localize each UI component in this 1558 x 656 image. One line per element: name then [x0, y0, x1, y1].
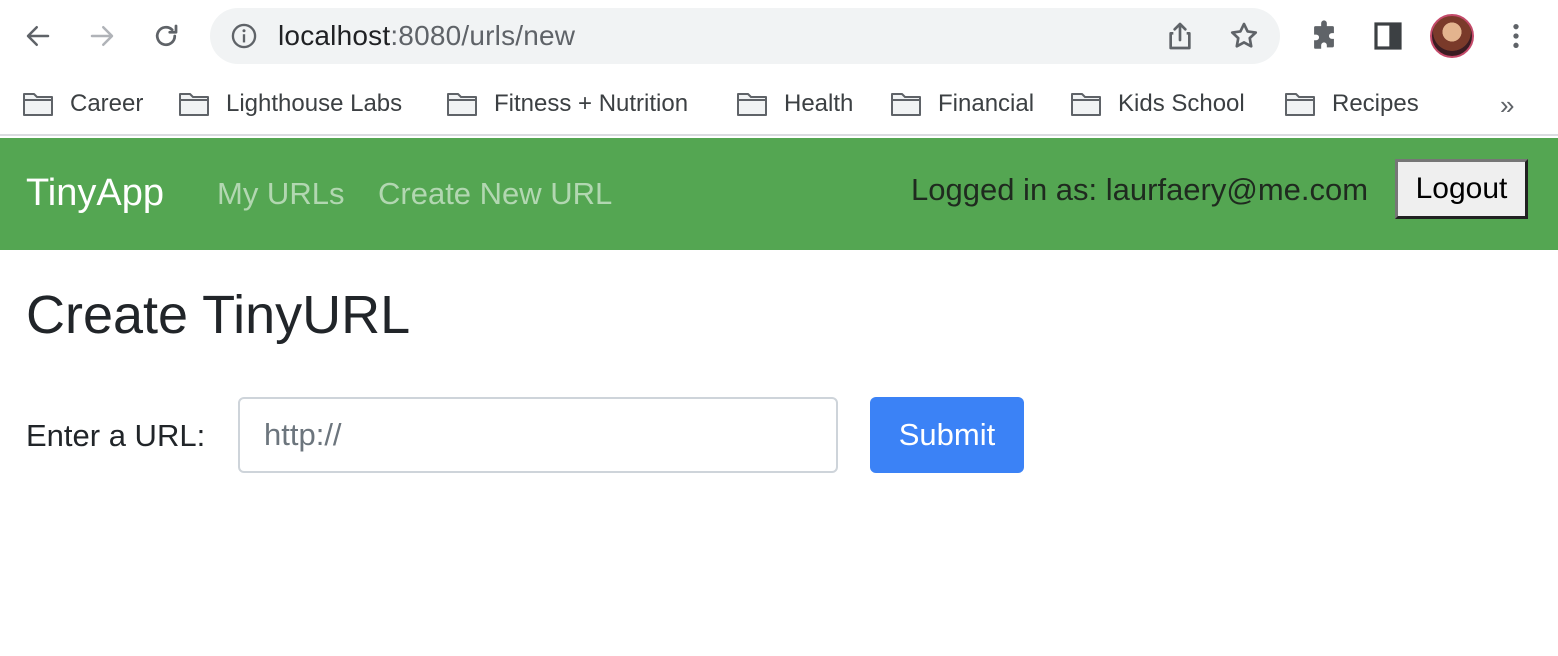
address-bar-url[interactable]: localhost:8080/urls/new [278, 20, 575, 52]
bookmark-label: Fitness + Nutrition [494, 90, 689, 117]
star-icon[interactable] [1228, 20, 1260, 52]
bookmark-folder-financial[interactable]: Financial [890, 84, 1034, 124]
bookmark-label: Lighthouse Labs [226, 90, 403, 117]
bookmark-label: Recipes [1332, 90, 1419, 117]
arrow-right-icon [90, 26, 114, 46]
bookmark-label: Health [784, 90, 854, 117]
submit-button[interactable]: Submit [870, 397, 1024, 473]
nav-link-create-new-url[interactable]: Create New URL [378, 176, 612, 212]
side-panel-button[interactable] [1368, 16, 1408, 56]
url-host: localhost [278, 20, 391, 51]
folder-icon [737, 93, 767, 116]
puzzle-icon [1314, 20, 1334, 49]
info-icon[interactable] [230, 22, 258, 50]
url-path: :8080/urls/new [390, 20, 576, 51]
reload-icon [155, 24, 178, 47]
share-icon[interactable] [1164, 20, 1196, 52]
bookmarks-overflow-button[interactable]: » [1500, 90, 1514, 121]
bookmark-folder-health[interactable]: Health [736, 84, 853, 124]
address-bar[interactable]: localhost:8080/urls/new [210, 8, 1280, 64]
reload-button[interactable] [144, 14, 188, 58]
browser-toolbar: localhost:8080/urls/new [0, 0, 1558, 72]
bookmark-folder-kids-school[interactable]: Kids School [1070, 84, 1245, 124]
url-input[interactable] [238, 397, 838, 473]
back-button[interactable] [16, 14, 60, 58]
forward-button[interactable] [80, 14, 124, 58]
page-title: Create TinyURL [26, 285, 411, 345]
profile-avatar[interactable] [1430, 14, 1474, 58]
folder-icon [1285, 93, 1315, 116]
arrow-left-icon [26, 26, 50, 46]
bookmark-folder-recipes[interactable]: Recipes [1284, 84, 1419, 124]
url-field-label: Enter a URL: [26, 418, 206, 453]
folder-icon [891, 93, 921, 116]
side-panel-icon [1374, 22, 1402, 50]
app-navbar: TinyApp My URLs Create New URL Logged in… [0, 138, 1558, 250]
bookmark-folder-career[interactable]: Career [22, 84, 143, 124]
folder-icon [23, 93, 53, 116]
folder-icon [1071, 93, 1101, 116]
nav-link-my-urls[interactable]: My URLs [217, 176, 344, 212]
bookmark-label: Career [70, 90, 144, 117]
more-vertical-icon [1513, 24, 1519, 48]
logged-in-status: Logged in as: laurfaery@me.com [911, 172, 1369, 207]
folder-icon [179, 93, 209, 116]
logout-button[interactable]: Logout [1395, 159, 1528, 219]
bookmark-label: Kids School [1118, 90, 1245, 117]
extensions-button[interactable] [1304, 16, 1344, 56]
folder-icon [447, 93, 477, 116]
bookmark-folder-fitness-nutrition[interactable]: Fitness + Nutrition [446, 84, 688, 124]
bookmarks-bar: Career Lighthouse Labs Fitness + Nutriti… [0, 72, 1558, 136]
chrome-menu-button[interactable] [1496, 16, 1536, 56]
brand-link[interactable]: TinyApp [26, 172, 164, 215]
bookmark-label: Financial [938, 90, 1035, 117]
bookmark-folder-lighthouse-labs[interactable]: Lighthouse Labs [178, 84, 402, 124]
